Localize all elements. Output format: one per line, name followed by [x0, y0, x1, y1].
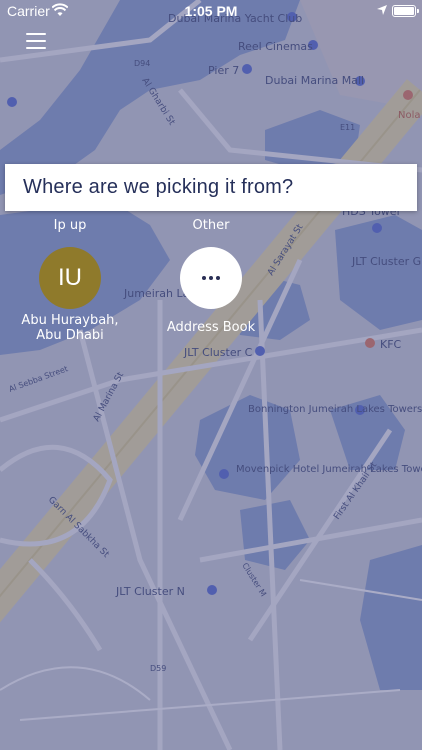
map-label: Reel Cinemas: [238, 40, 313, 53]
more-dots-icon: [202, 276, 220, 280]
pickup-initials: IU: [58, 264, 82, 291]
map-label: D94: [134, 59, 150, 68]
address-book-label: Address Book: [166, 320, 256, 335]
pickup-place-button[interactable]: IU: [39, 247, 101, 309]
location-arrow-icon: [377, 5, 387, 15]
map-label: Pier 7: [208, 64, 239, 77]
pickup-address: Abu Huraybah, Abu Dhabi: [21, 313, 119, 343]
clock: 1:05 PM: [184, 3, 238, 19]
map-label: D59: [150, 664, 166, 673]
hamburger-menu-icon[interactable]: [26, 33, 46, 49]
pickup-search-box[interactable]: [5, 164, 417, 211]
map-label: JLT Cluster C: [183, 346, 253, 359]
status-bar: Carrier 1:05 PM: [0, 0, 422, 22]
other-heading: Other: [192, 218, 230, 233]
map-label: Nola Soci: [398, 110, 422, 121]
battery-icon: [392, 5, 419, 17]
map-label: JLT Cluster G: [351, 255, 421, 268]
map-label: JLT Cluster N: [115, 585, 185, 598]
map-background[interactable]: Dubai Marina Yacht Club Reel Cinemas Pie…: [0, 0, 422, 750]
pickup-search-input[interactable]: [5, 164, 417, 211]
map-label: E11: [340, 123, 355, 132]
address-book-button[interactable]: [180, 247, 242, 309]
map-label: KFC: [380, 338, 402, 351]
map-label: Jumeirah La: [123, 287, 189, 300]
map-label: Movenpick Hotel Jumeirah Lakes Towers: [236, 464, 422, 475]
pickup-heading: Ip up: [53, 218, 87, 233]
map-label: Bonnington Jumeirah Lakes Towers: [248, 404, 422, 415]
map-label: Dubai Marina Mall: [265, 74, 364, 87]
